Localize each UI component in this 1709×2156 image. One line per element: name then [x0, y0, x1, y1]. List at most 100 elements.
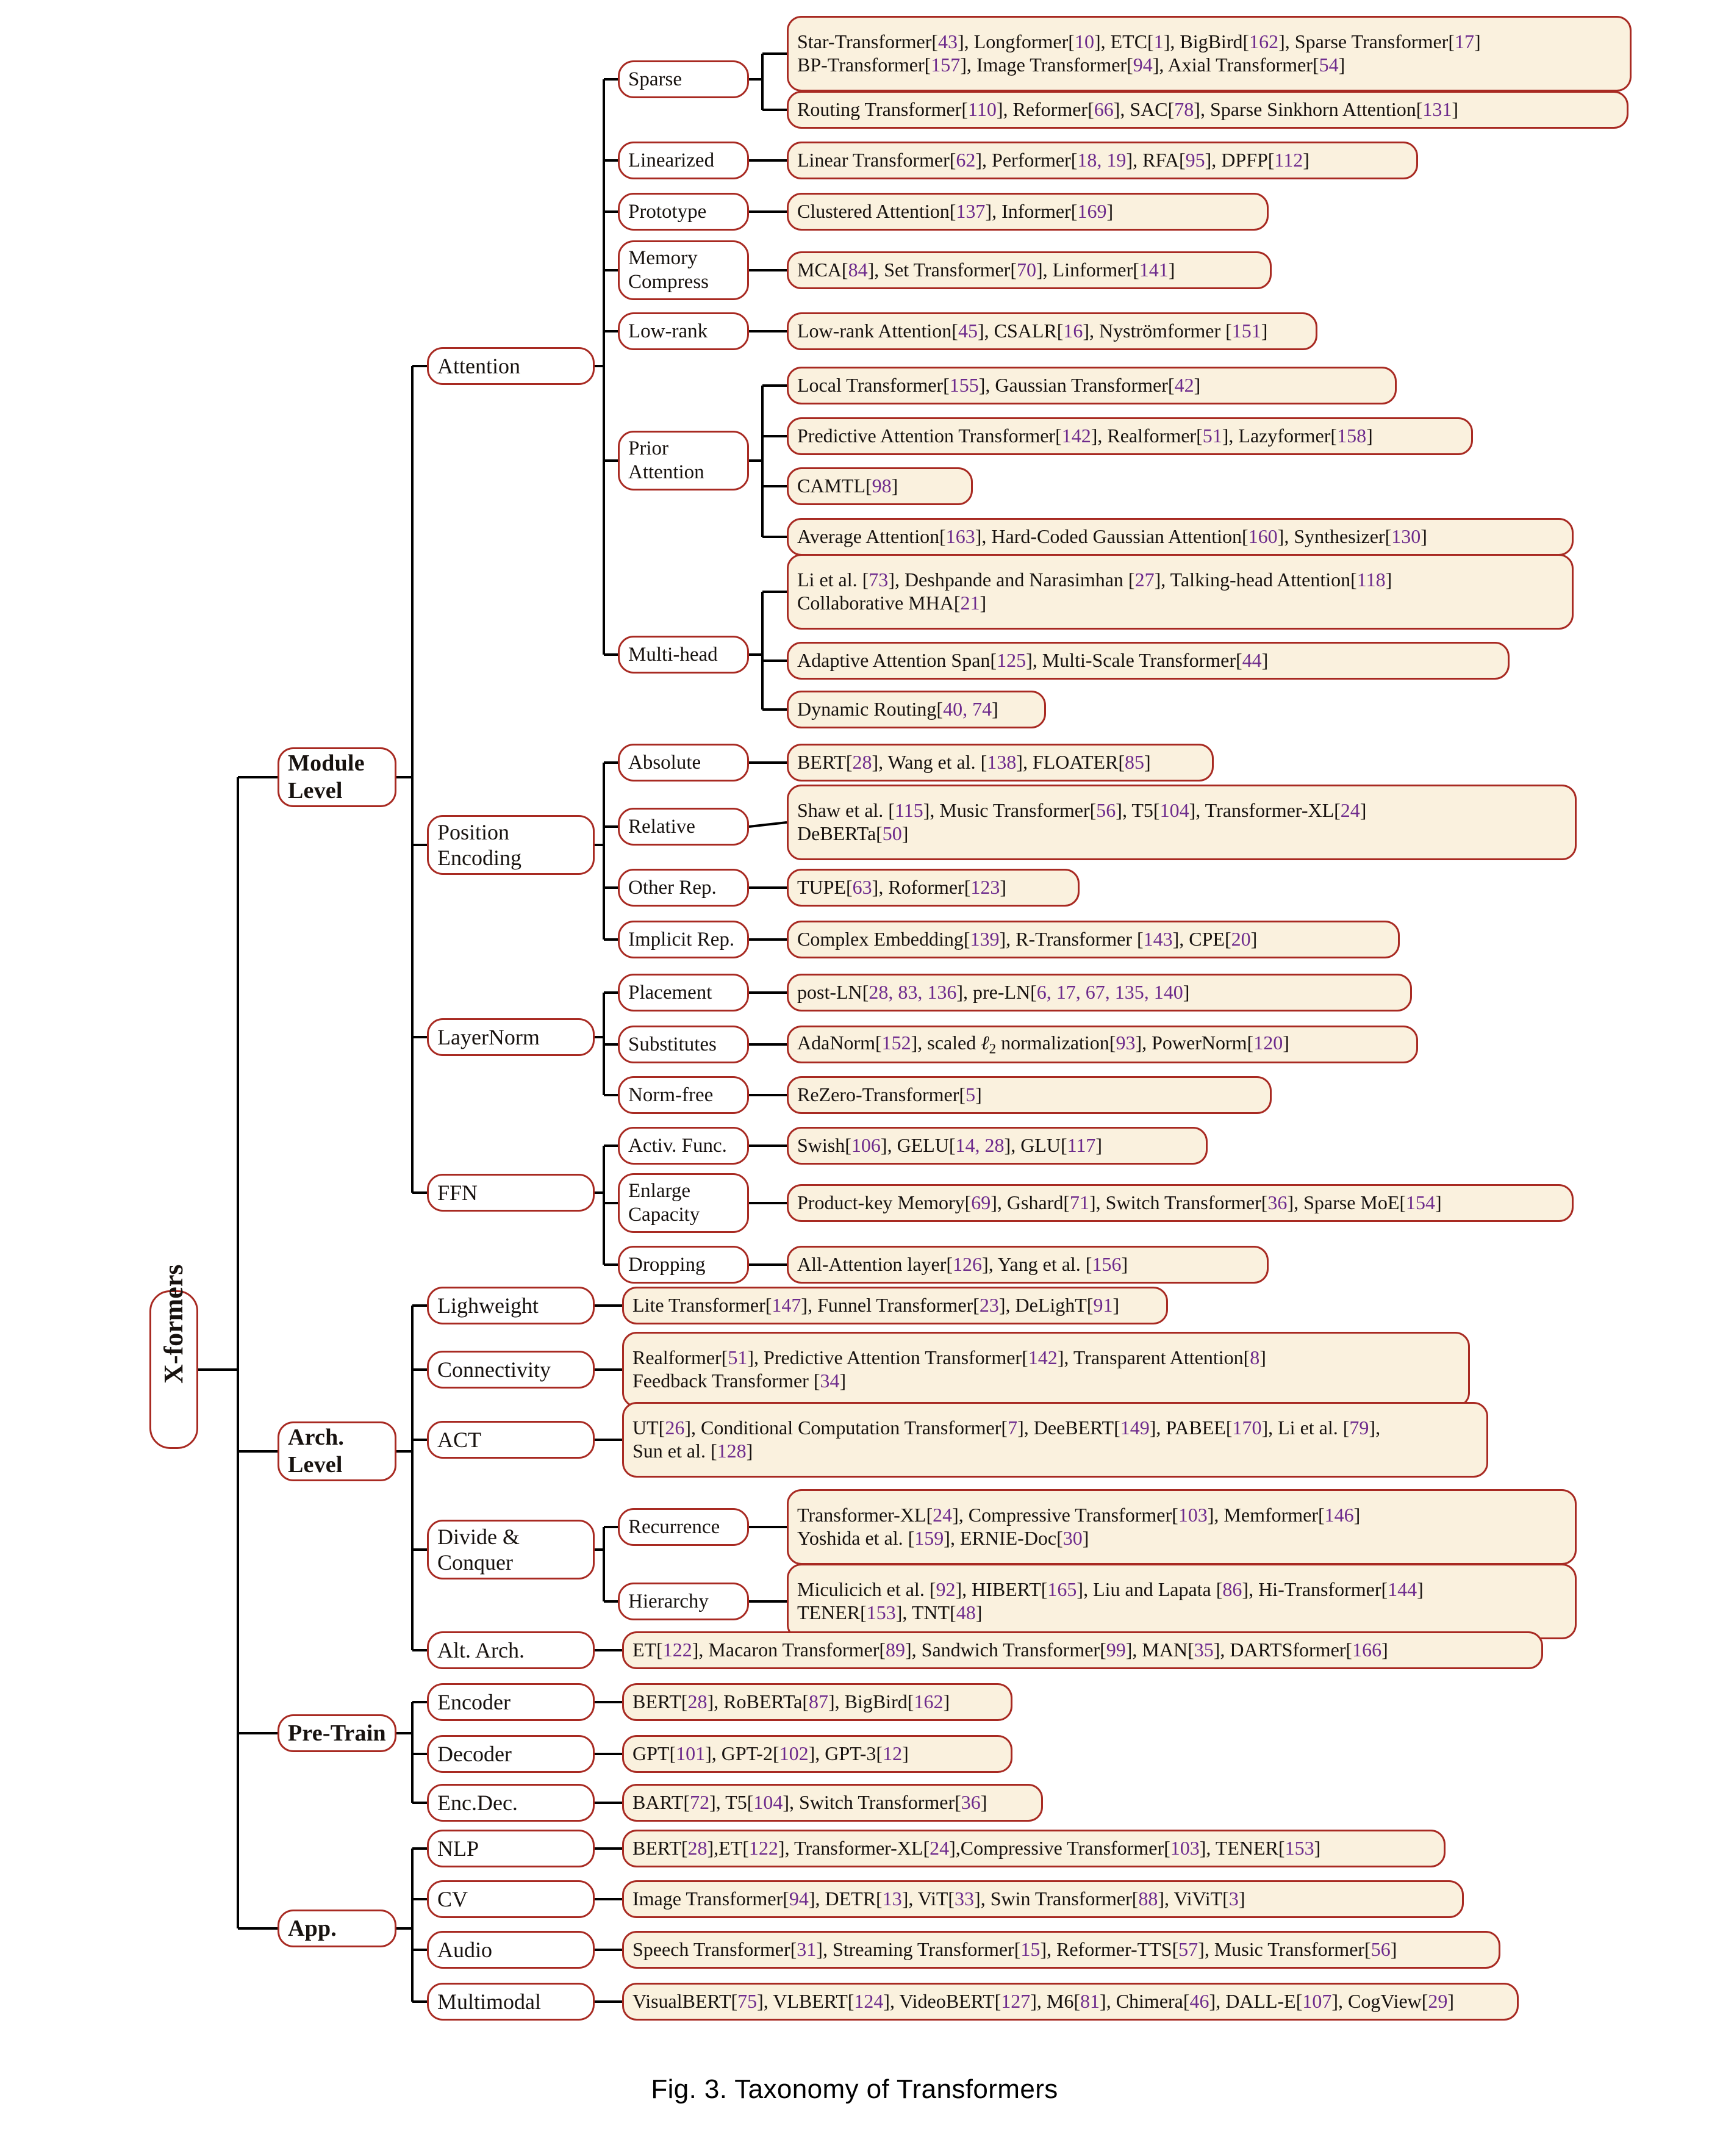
citation: 152	[881, 1032, 911, 1054]
leaf-node-connectivity[interactable]: Realformer[51], Predictive Attention Tra…	[622, 1332, 1470, 1407]
level1-node-module-level[interactable]: Module Level	[278, 747, 396, 807]
level2-node-audio[interactable]: Audio	[427, 1931, 595, 1969]
citation: 3	[1228, 1888, 1239, 1910]
leaf-node-absolute[interactable]: BERT[28], Wang et al. [138], FLOATER[85]	[787, 744, 1214, 782]
level3-node-prior-attention[interactable]: Prior Attention	[618, 431, 749, 490]
leaf-node-multihead-a[interactable]: Li et al. [73], Deshpande and Narasimhan…	[787, 554, 1574, 630]
leaf-node-act[interactable]: UT[26], Conditional Computation Transfor…	[622, 1402, 1488, 1478]
level3-node-linearized[interactable]: Linearized	[618, 142, 749, 179]
leaf-node-encoder[interactable]: BERT[28], RoBERTa[87], BigBird[162]	[622, 1683, 1012, 1721]
leaf-node-prior-c[interactable]: CAMTL[98]	[787, 467, 973, 505]
level1-node-pre-train[interactable]: Pre-Train	[278, 1714, 396, 1752]
citation: 18, 19	[1077, 149, 1127, 171]
leaf-node-prototype[interactable]: Clustered Attention[137], Informer[169]	[787, 193, 1269, 231]
level2-node-attention[interactable]: Attention	[427, 347, 595, 385]
leaf-node-low-rank[interactable]: Low-rank Attention[45], CSALR[16], Nystr…	[787, 312, 1317, 350]
leaf-node-other-rep[interactable]: TUPE[63], Roformer[123]	[787, 869, 1080, 907]
level3-node-absolute[interactable]: Absolute	[618, 744, 749, 782]
leaf-node-sparse-a[interactable]: Star-Transformer[43], Longformer[10], ET…	[787, 16, 1632, 92]
leaf-node-dropping[interactable]: All-Attention layer[126], Yang et al. [1…	[787, 1246, 1269, 1284]
level3-node-memory-compress[interactable]: Memory Compress	[618, 240, 749, 300]
level2-node-position-encoding[interactable]: Position Encoding	[427, 815, 595, 875]
level3-node-activ-func[interactable]: Activ. Func.	[618, 1127, 749, 1165]
citation: 21	[960, 592, 980, 614]
level3-node-relative[interactable]: Relative	[618, 808, 749, 846]
level3-node-dropping[interactable]: Dropping	[618, 1246, 749, 1284]
citation: 36	[961, 1791, 981, 1814]
citation: 126	[953, 1253, 983, 1276]
leaf-node-memory-compress[interactable]: MCA[84], Set Transformer[70], Linformer[…	[787, 251, 1272, 289]
leaf-node-hierarchy-label: Miculicich et al. [92], HIBERT[165], Liu…	[797, 1578, 1424, 1623]
citation: 7	[1008, 1417, 1018, 1439]
leaf-node-prior-b[interactable]: Predictive Attention Transformer[142], R…	[787, 417, 1473, 455]
level2-node-lighweight[interactable]: Lighweight	[427, 1287, 595, 1324]
citation: 122	[662, 1639, 692, 1661]
level2-node-alt-arch[interactable]: Alt. Arch.	[427, 1631, 595, 1669]
leaf-node-prior-a[interactable]: Local Transformer[155], Gaussian Transfo…	[787, 367, 1397, 404]
leaf-node-enc-dec[interactable]: BART[72], T5[104], Switch Transformer[36…	[622, 1784, 1043, 1822]
leaf-node-memory-compress-label: MCA[84], Set Transformer[70], Linformer[…	[797, 259, 1175, 281]
level3-node-enlarge-capacity[interactable]: Enlarge Capacity	[618, 1173, 749, 1233]
leaf-node-cv[interactable]: Image Transformer[94], DETR[13], ViT[33]…	[622, 1880, 1464, 1918]
level3-node-memory-compress-label: Memory Compress	[628, 247, 709, 293]
level2-node-divide-conquer[interactable]: Divide & Conquer	[427, 1520, 595, 1579]
leaf-node-audio[interactable]: Speech Transformer[31], Streaming Transf…	[622, 1931, 1500, 1969]
level3-node-multi-head[interactable]: Multi-head	[618, 636, 749, 674]
leaf-node-prior-d[interactable]: Average Attention[163], Hard-Coded Gauss…	[787, 518, 1574, 556]
leaf-node-norm-free[interactable]: ReZero-Transformer[5]	[787, 1076, 1272, 1114]
leaf-node-implicit-rep[interactable]: Complex Embedding[139], R-Transformer [1…	[787, 921, 1400, 958]
level2-node-connectivity[interactable]: Connectivity	[427, 1351, 595, 1389]
leaf-node-linearized[interactable]: Linear Transformer[62], Performer[18, 19…	[787, 142, 1418, 179]
leaf-node-alt-arch[interactable]: ET[122], Macaron Transformer[89], Sandwi…	[622, 1631, 1543, 1669]
citation: 101	[676, 1742, 706, 1765]
level2-node-cv[interactable]: CV	[427, 1880, 595, 1918]
level2-node-multimodal[interactable]: Multimodal	[427, 1983, 595, 2021]
leaf-node-encoder-label: BERT[28], RoBERTa[87], BigBird[162]	[632, 1691, 950, 1713]
level2-node-ffn-label: FFN	[437, 1180, 478, 1205]
level3-node-hierarchy[interactable]: Hierarchy	[618, 1583, 749, 1620]
citation: 154	[1406, 1191, 1436, 1214]
leaf-node-enlarge-capacity[interactable]: Product-key Memory[69], Gshard[71], Swit…	[787, 1184, 1574, 1222]
leaf-node-recurrence[interactable]: Transformer-XL[24], Compressive Transfor…	[787, 1489, 1577, 1565]
leaf-node-hierarchy[interactable]: Miculicich et al. [92], HIBERT[165], Liu…	[787, 1564, 1577, 1639]
level2-node-nlp[interactable]: NLP	[427, 1830, 595, 1867]
citation: 88	[1138, 1888, 1158, 1910]
leaf-node-multihead-c[interactable]: Dynamic Routing[40, 74]	[787, 691, 1046, 728]
level3-node-recurrence[interactable]: Recurrence	[618, 1508, 749, 1546]
leaf-node-nlp[interactable]: BERT[28],ET[122], Transformer-XL[24],Com…	[622, 1830, 1446, 1867]
leaf-node-lighweight[interactable]: Lite Transformer[147], Funnel Transforme…	[622, 1287, 1168, 1324]
level3-node-placement[interactable]: Placement	[618, 974, 749, 1012]
level3-node-prototype[interactable]: Prototype	[618, 193, 749, 231]
level3-node-low-rank[interactable]: Low-rank	[618, 312, 749, 350]
level3-node-substitutes[interactable]: Substitutes	[618, 1026, 749, 1063]
level2-node-ffn[interactable]: FFN	[427, 1174, 595, 1212]
level3-node-norm-free[interactable]: Norm-free	[618, 1076, 749, 1114]
citation: 95	[1185, 149, 1205, 171]
level2-node-layernorm[interactable]: LayerNorm	[427, 1018, 595, 1056]
citation: 17	[1454, 31, 1474, 53]
leaf-node-substitutes[interactable]: AdaNorm[152], scaled ℓ2 normalization[93…	[787, 1026, 1418, 1063]
level3-node-sparse[interactable]: Sparse	[618, 60, 749, 98]
leaf-node-sparse-b[interactable]: Routing Transformer[110], Reformer[66], …	[787, 91, 1628, 129]
level3-node-implicit-rep[interactable]: Implicit Rep.	[618, 921, 749, 958]
level3-node-other-rep[interactable]: Other Rep.	[618, 869, 749, 907]
level1-node-arch-level[interactable]: Arch. Level	[278, 1421, 396, 1481]
level2-node-decoder[interactable]: Decoder	[427, 1735, 595, 1773]
leaf-node-activ-func[interactable]: Swish[106], GELU[14, 28], GLU[117]	[787, 1127, 1208, 1165]
leaf-node-relative[interactable]: Shaw et al. [115], Music Transformer[56]…	[787, 785, 1577, 860]
level2-node-connectivity-label: Connectivity	[437, 1357, 551, 1382]
citation: 170	[1232, 1417, 1262, 1439]
leaf-node-decoder[interactable]: GPT[101], GPT-2[102], GPT-3[12]	[622, 1735, 1012, 1773]
citation: 87	[809, 1691, 828, 1713]
level2-node-enc-dec[interactable]: Enc.Dec.	[427, 1784, 595, 1822]
citation: 117	[1067, 1134, 1096, 1157]
citation: 143	[1143, 928, 1173, 950]
level1-node-app[interactable]: App.	[278, 1910, 396, 1947]
leaf-node-multihead-b[interactable]: Adaptive Attention Span[125], Multi-Scal…	[787, 642, 1510, 680]
level2-node-encoder[interactable]: Encoder	[427, 1683, 595, 1721]
leaf-node-placement[interactable]: post-LN[28, 83, 136], pre-LN[6, 17, 67, …	[787, 974, 1412, 1012]
leaf-node-multimodal[interactable]: VisualBERT[75], VLBERT[124], VideoBERT[1…	[622, 1983, 1519, 2021]
citation: 142	[1061, 425, 1091, 447]
level2-node-act[interactable]: ACT	[427, 1421, 595, 1459]
root-node-x-formers[interactable]: X-formers	[149, 1265, 198, 1449]
